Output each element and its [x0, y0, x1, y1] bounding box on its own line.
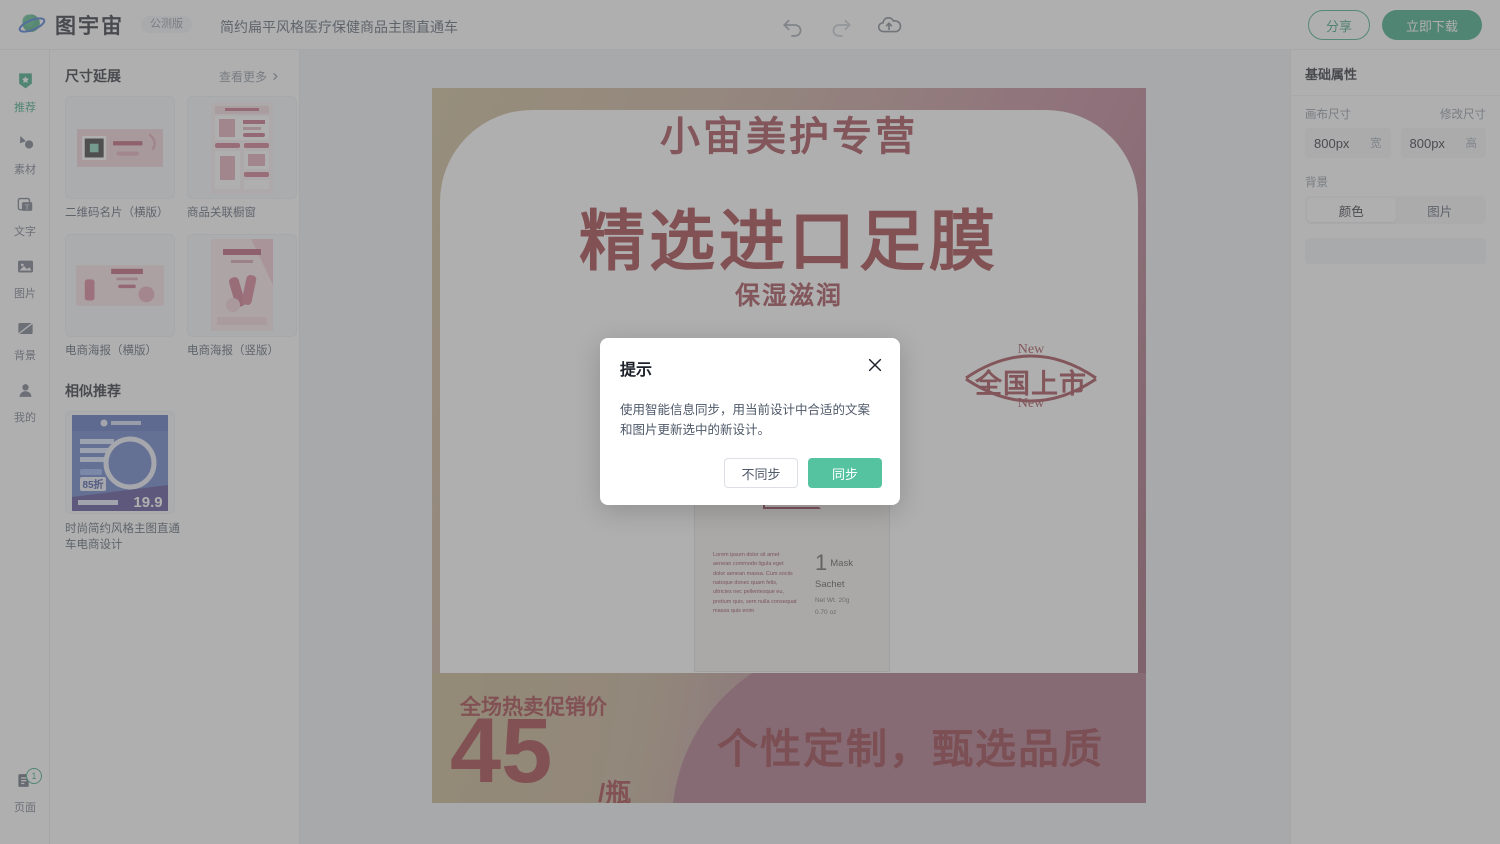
sync-button[interactable]: 同步 — [808, 458, 882, 488]
dialog-title: 提示 — [620, 362, 653, 379]
dialog-actions: 不同步 同步 — [724, 458, 882, 488]
dont-sync-button[interactable]: 不同步 — [724, 458, 798, 488]
close-icon[interactable] — [864, 354, 886, 376]
dialog-message: 使用智能信息同步，用当前设计中合适的文案和图片更新选中的新设计。 — [620, 403, 871, 437]
sync-dialog: 提示 使用智能信息同步，用当前设计中合适的文案和图片更新选中的新设计。 不同步 … — [600, 338, 900, 505]
